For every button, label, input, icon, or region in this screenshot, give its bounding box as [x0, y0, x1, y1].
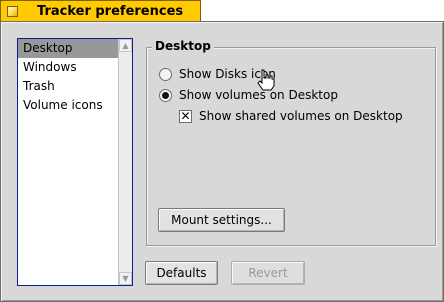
- radio-unchecked-icon[interactable]: [159, 68, 172, 81]
- scroll-down-arrow-icon[interactable]: ▼: [119, 272, 132, 285]
- checkbox-checked-icon[interactable]: ✕: [179, 110, 192, 123]
- window-title: Tracker preferences: [37, 4, 184, 19]
- list-scrollbar[interactable]: ▲ ▼: [118, 39, 132, 285]
- defaults-button[interactable]: Defaults: [145, 261, 218, 285]
- window-title-tab[interactable]: Tracker preferences: [0, 0, 201, 22]
- scroll-up-arrow-icon[interactable]: ▲: [119, 39, 132, 52]
- revert-button[interactable]: Revert: [231, 261, 305, 285]
- preferences-window: Desktop Windows Trash Volume icons ▲ ▼ D…: [0, 21, 444, 302]
- list-item-volume-icons[interactable]: Volume icons: [18, 96, 118, 115]
- desktop-group-title: Desktop: [152, 38, 214, 54]
- list-item-windows[interactable]: Windows: [18, 58, 118, 77]
- list-item-trash[interactable]: Trash: [18, 77, 118, 96]
- close-box-icon[interactable]: [7, 6, 18, 17]
- radio-checked-icon[interactable]: [159, 89, 172, 102]
- hand-cursor-icon: [257, 69, 275, 91]
- category-list-items: Desktop Windows Trash Volume icons: [18, 39, 118, 115]
- list-item-desktop[interactable]: Desktop: [18, 39, 118, 58]
- category-list[interactable]: Desktop Windows Trash Volume icons ▲ ▼: [17, 38, 133, 286]
- show-shared-volumes-label: Show shared volumes on Desktop: [199, 109, 403, 123]
- mount-settings-button[interactable]: Mount settings...: [158, 208, 285, 232]
